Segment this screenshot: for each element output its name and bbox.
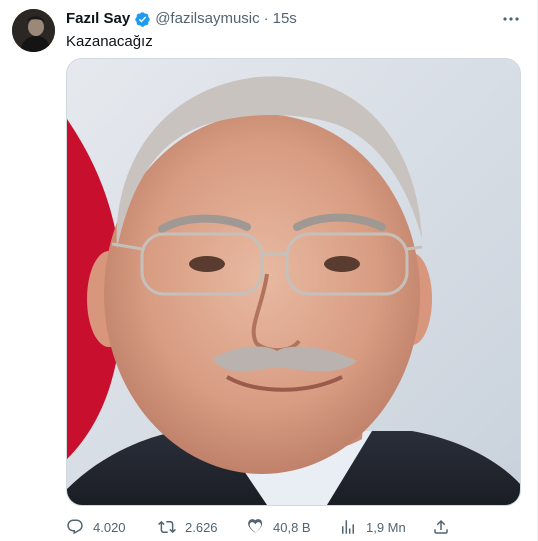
retweet-button[interactable]: 2.626 xyxy=(158,516,218,538)
share-button[interactable] xyxy=(432,516,450,538)
like-count: 40,8 B xyxy=(273,519,311,535)
tweet-time[interactable]: 15s xyxy=(273,10,297,28)
like-button[interactable]: 40,8 B xyxy=(246,516,311,538)
avatar[interactable] xyxy=(12,9,55,52)
views-chart-icon xyxy=(339,518,357,536)
author-name[interactable]: Fazıl Say xyxy=(66,10,130,28)
views-button[interactable]: 1,9 Mn xyxy=(339,516,406,538)
share-icon xyxy=(432,518,450,536)
reply-button[interactable]: 4.020 xyxy=(66,516,126,538)
retweet-icon xyxy=(158,518,176,536)
tweet-actions: 4.020 2.626 40,8 B 1,9 Mn xyxy=(66,516,466,538)
separator-dot: · xyxy=(263,10,269,27)
reply-icon xyxy=(66,518,84,536)
retweet-count: 2.626 xyxy=(185,519,218,535)
verified-badge-icon xyxy=(134,11,151,28)
views-count: 1,9 Mn xyxy=(366,519,406,535)
tweet-photo[interactable] xyxy=(66,58,521,506)
tweet-header: Fazıl Say @fazilsaymusic · 15s xyxy=(66,10,297,28)
heart-icon xyxy=(246,518,264,536)
tweet-text: Kazanacağız xyxy=(66,33,153,50)
author-handle[interactable]: @fazilsaymusic xyxy=(155,10,259,28)
tweet[interactable]: Fazıl Say @fazilsaymusic · 15s Kazanacağ… xyxy=(0,0,538,541)
more-icon[interactable] xyxy=(501,12,521,26)
reply-count: 4.020 xyxy=(93,519,126,535)
